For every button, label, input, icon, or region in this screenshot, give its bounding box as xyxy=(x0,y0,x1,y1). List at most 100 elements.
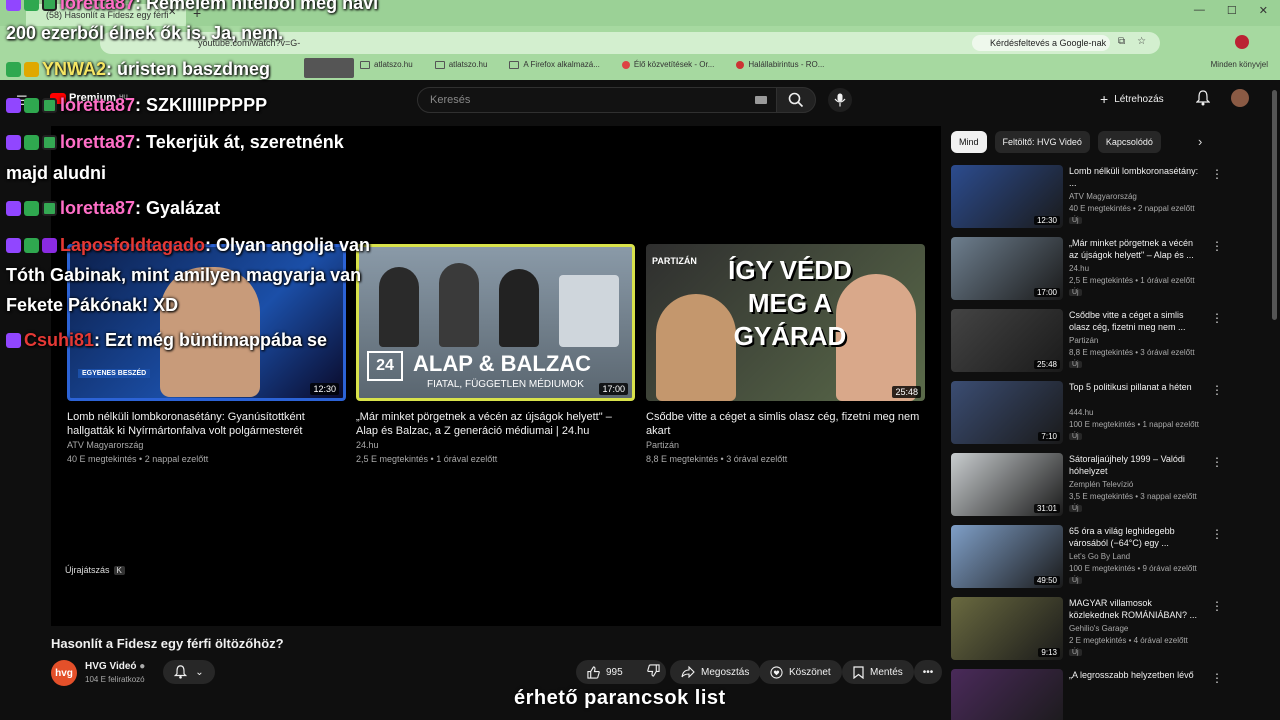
like-button[interactable]: 995 xyxy=(587,665,623,679)
more-actions-button[interactable]: ••• xyxy=(914,660,942,684)
dislike-button[interactable] xyxy=(646,664,660,680)
recommendation-thumbnail[interactable]: 49:50 xyxy=(951,525,1063,588)
more-options-icon[interactable]: ⋮ xyxy=(1211,311,1223,325)
recommendation-channel[interactable]: ATV Magyarország xyxy=(1069,192,1137,201)
close-window-icon[interactable]: ✕ xyxy=(1259,4,1268,17)
duration-badge: 7:10 xyxy=(1038,432,1060,441)
recommendation-channel[interactable]: Let's Go By Land xyxy=(1069,552,1130,561)
create-button[interactable]: + Létrehozás xyxy=(1100,88,1164,110)
channel-avatar[interactable]: hvg xyxy=(51,660,77,686)
endcard-stats: 8,8 E megtekintés • 3 órával ezelőtt xyxy=(646,454,788,464)
recommendation-thumbnail[interactable]: 7:10 xyxy=(951,381,1063,444)
notifications-bell-icon[interactable] xyxy=(1195,90,1211,111)
minimize-icon[interactable]: — xyxy=(1194,4,1205,17)
checkmark-badge-icon xyxy=(24,201,39,216)
endcard-thumbnail[interactable]: PARTIZÁN ÍGY VÉDD MEG A GYÁRAD 25:48 xyxy=(646,244,925,401)
channel-name[interactable]: HVG Videó ● xyxy=(85,661,145,672)
more-options-icon[interactable]: ⋮ xyxy=(1211,383,1223,397)
save-button[interactable]: Mentés xyxy=(842,660,914,684)
emote-badge-icon xyxy=(42,0,57,11)
create-label: Létrehozás xyxy=(1114,93,1164,105)
recommendation-channel[interactable]: 444.hu xyxy=(1069,408,1093,417)
chat-text: : Remélem hitelből még havi xyxy=(135,0,379,13)
more-options-icon[interactable]: ⋮ xyxy=(1211,527,1223,541)
recommendation-title[interactable]: 65 óra a világ leghidegebb városából (−6… xyxy=(1069,525,1201,549)
recommendation-channel[interactable]: Zemplén Televízió xyxy=(1069,480,1133,489)
recommendation-channel[interactable]: Partizán xyxy=(1069,336,1098,345)
recommendation-item[interactable]: 9:13 MAGYAR villamosok közlekednek ROMÁNI… xyxy=(951,597,1223,663)
subscriber-count: 104 E feliratkozó xyxy=(85,675,145,684)
recommendation-item[interactable]: 31:01 Sátoraljaújhely 1999 – Valódi hóhel… xyxy=(951,453,1223,519)
bookmark-item[interactable]: A Firefox alkalmazá... xyxy=(509,60,600,69)
recommendation-thumbnail[interactable]: 9:13 xyxy=(951,597,1063,660)
browser-profile-avatar[interactable] xyxy=(1235,35,1249,49)
bookmark-star-icon[interactable]: ☆ xyxy=(1137,36,1146,47)
endcard-stats: 40 E megtekintés • 2 nappal ezelőtt xyxy=(67,454,209,464)
endcard-video[interactable]: PARTIZÁN ÍGY VÉDD MEG A GYÁRAD 25:48 Cső… xyxy=(646,244,925,466)
thanks-button[interactable]: Köszönet xyxy=(759,660,842,684)
more-options-icon[interactable]: ⋮ xyxy=(1211,599,1223,613)
chat-text-continued: Tóth Gabinak, mint amilyen magyarja van xyxy=(6,265,362,285)
chip-all[interactable]: Mind xyxy=(951,131,987,153)
more-options-icon[interactable]: ⋮ xyxy=(1211,671,1223,685)
maximize-icon[interactable]: ☐ xyxy=(1227,4,1237,17)
bookmark-item[interactable]: atlatszo.hu xyxy=(434,60,487,69)
chip-uploader[interactable]: Feltöltő: HVG Videó xyxy=(994,131,1090,153)
search-input[interactable]: Keresés xyxy=(417,87,779,113)
endcard-channel[interactable]: 24.hu xyxy=(356,439,635,452)
star-badge-icon xyxy=(42,238,57,253)
recommendation-thumbnail[interactable]: 25:48 xyxy=(951,309,1063,372)
recommendation-title[interactable]: Top 5 politikusi pillanat a héten xyxy=(1069,381,1201,393)
chat-text-continued: 200 ezerből élnek ők is. Ja, nem. xyxy=(6,23,284,43)
more-options-icon[interactable]: ⋮ xyxy=(1211,455,1223,469)
recommendation-title[interactable]: Csődbe vitte a céget a simlis olasz cég,… xyxy=(1069,309,1201,333)
share-button[interactable]: Megosztás xyxy=(670,660,761,684)
chevron-right-icon[interactable]: › xyxy=(1198,134,1202,149)
endcard-title[interactable]: „Már minket pörgetnek a vécén az újságok… xyxy=(356,410,635,438)
more-options-icon[interactable]: ⋮ xyxy=(1211,167,1223,181)
recommendation-channel[interactable]: 24.hu xyxy=(1069,264,1089,273)
endcard-title[interactable]: Csődbe vitte a céget a simlis olasz cég,… xyxy=(646,410,925,438)
new-badge: Új xyxy=(1069,361,1082,368)
chat-nick: loretta87 xyxy=(60,95,136,115)
recommendation-thumbnail[interactable]: 31:01 xyxy=(951,453,1063,516)
scrollbar[interactable] xyxy=(1272,90,1277,320)
recommendation-thumbnail[interactable]: 17:00 xyxy=(951,237,1063,300)
recommendation-title[interactable]: Sátoraljaújhely 1999 – Valódi hóhelyzet xyxy=(1069,453,1201,477)
recommendation-item[interactable]: „A legrosszabb helyzetben lévő ⋮ xyxy=(951,669,1223,720)
recommendation-title[interactable]: MAGYAR villamosok közlekednek ROMÁNIÁBAN… xyxy=(1069,597,1201,621)
extension-icon[interactable]: ⧉ xyxy=(1118,36,1125,47)
recommendation-title[interactable]: Lomb nélküli lombkoronasétány: ... xyxy=(1069,165,1201,189)
recommendation-title[interactable]: „Már minket pörgetnek a vécén az újságok… xyxy=(1069,237,1201,261)
extension-icons: ⧉ ☆ xyxy=(1118,36,1146,47)
other-bookmarks[interactable]: Minden könyvjel xyxy=(1211,60,1268,69)
keyboard-icon[interactable] xyxy=(755,96,767,104)
google-search-chip-label: Kérdésfeltevés a Google-nak xyxy=(990,38,1107,48)
endcard-channel[interactable]: Partizán xyxy=(646,439,925,452)
subscription-bell-button[interactable]: ⌄ xyxy=(163,660,215,684)
bookmark-item[interactable]: Halállabirintus - RO... xyxy=(736,60,824,69)
chip-related[interactable]: Kapcsolódó xyxy=(1097,131,1161,153)
recommendation-title[interactable]: „A legrosszabb helyzetben lévő xyxy=(1069,669,1201,681)
twitch-badge-icon xyxy=(6,135,21,150)
recommendation-item[interactable]: 17:00 „Már minket pörgetnek a vécén az új… xyxy=(951,237,1223,303)
recommendation-item[interactable]: 7:10 Top 5 politikusi pillanat a héten 444… xyxy=(951,381,1223,447)
recommendation-thumbnail[interactable] xyxy=(951,669,1063,720)
recommendation-item[interactable]: 25:48 Csődbe vitte a céget a simlis olasz… xyxy=(951,309,1223,375)
more-options-icon[interactable]: ⋮ xyxy=(1211,239,1223,253)
recommendation-channel[interactable]: Gehilio's Garage xyxy=(1069,624,1128,633)
chat-text: : Tekerjük át, szeretnénk xyxy=(135,132,344,152)
recommendation-item[interactable]: 49:50 65 óra a világ leghidegebb városábó… xyxy=(951,525,1223,591)
checkmark-badge-icon xyxy=(24,238,39,253)
recommendation-item[interactable]: 12:30 Lomb nélküli lombkoronasétány: ... A… xyxy=(951,165,1223,231)
replay-button[interactable]: Újrajátszás K xyxy=(65,565,125,575)
account-avatar[interactable] xyxy=(1231,89,1249,107)
recommendation-thumbnail[interactable]: 12:30 xyxy=(951,165,1063,228)
endcard-channel[interactable]: ATV Magyarország xyxy=(67,439,346,452)
bookmark-item[interactable]: Élő közvetítések - Or... xyxy=(621,60,714,69)
thumb-label: PARTIZÁN xyxy=(652,256,697,266)
search-button[interactable] xyxy=(776,87,816,113)
google-search-chip[interactable]: Kérdésfeltevés a Google-nak xyxy=(972,35,1110,51)
voice-search-button[interactable] xyxy=(828,88,852,112)
endcard-title[interactable]: Lomb nélküli lombkoronasétány: Gyanúsíto… xyxy=(67,410,346,438)
